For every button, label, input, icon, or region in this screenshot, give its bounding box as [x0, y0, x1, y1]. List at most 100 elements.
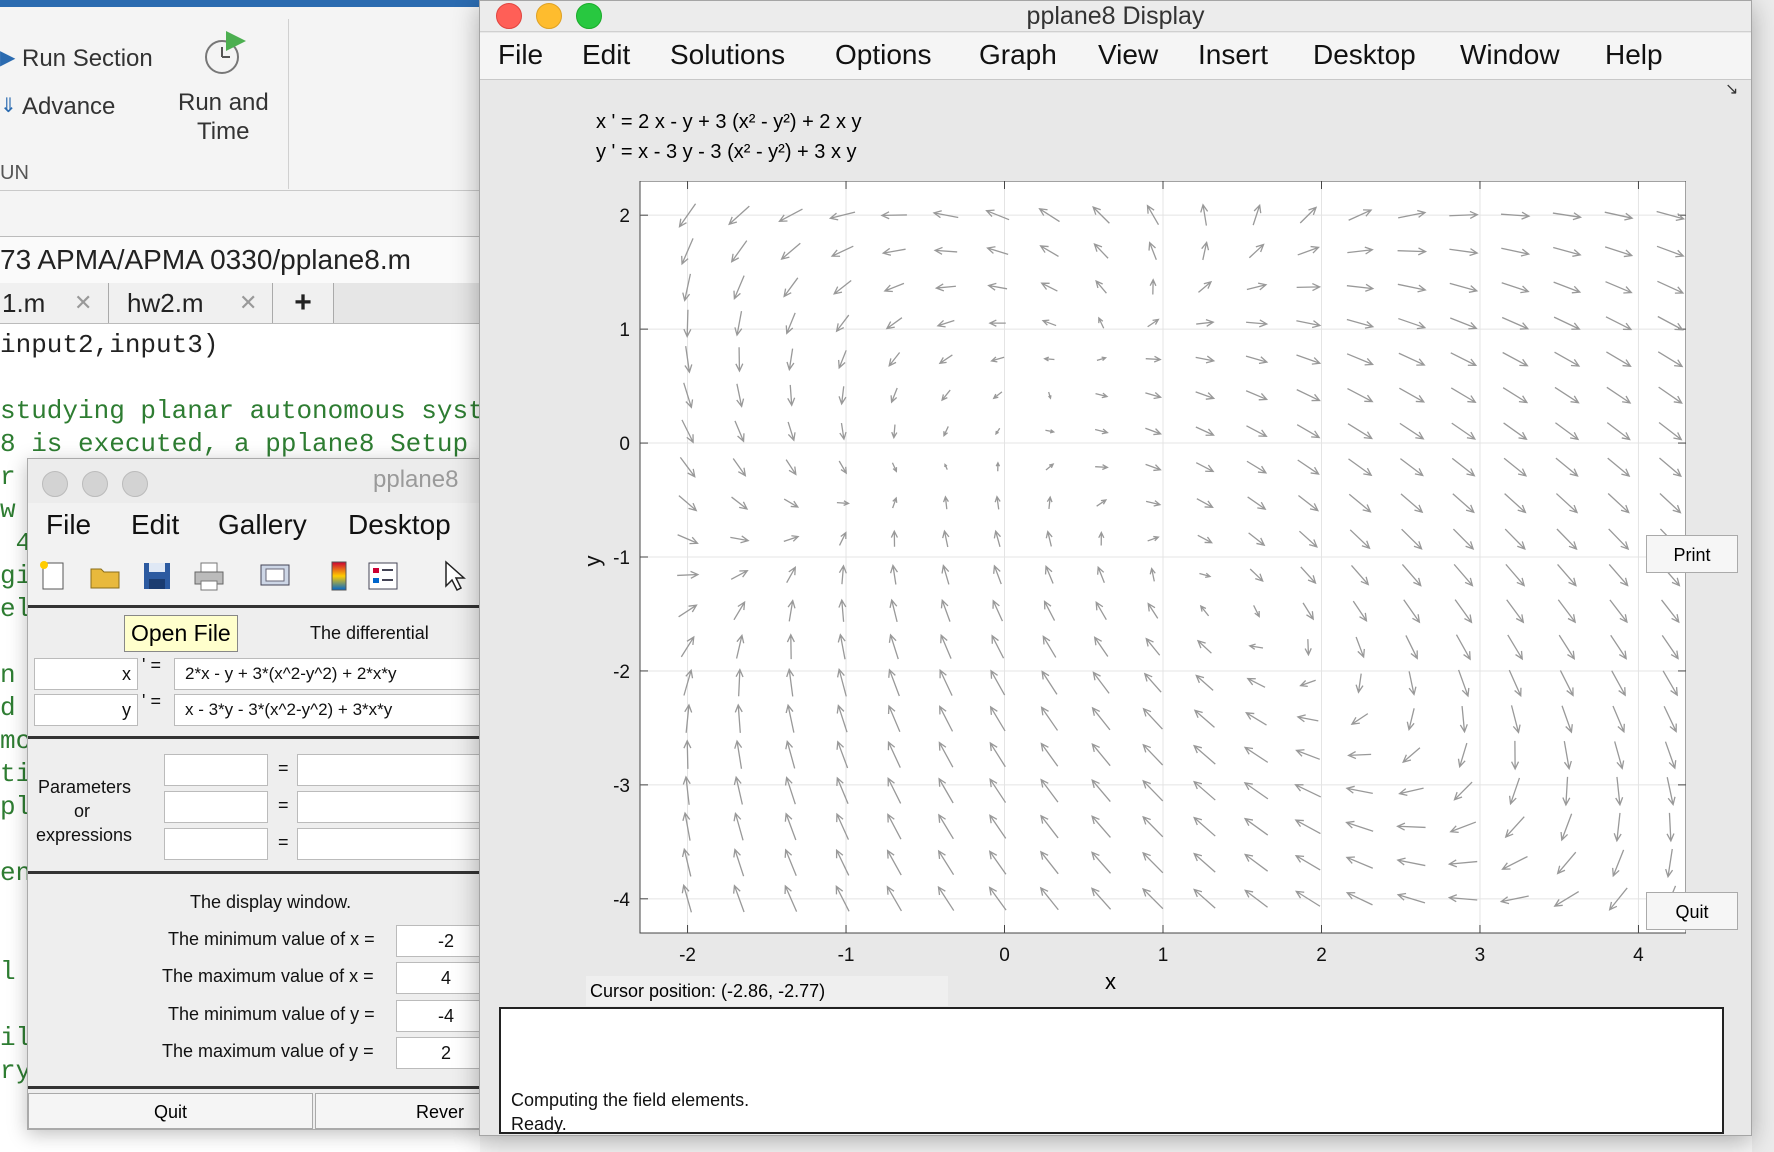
save-icon[interactable] [140, 559, 174, 593]
menu-graph[interactable]: Graph [979, 39, 1057, 71]
y-variable-field[interactable]: y [34, 694, 138, 726]
x-tick-label: 1 [1158, 945, 1169, 966]
quit-button[interactable]: Quit [1646, 892, 1738, 930]
expressions-label: expressions [36, 825, 133, 845]
y-tick-label: -1 [613, 548, 630, 569]
parameter-name-field-2[interactable] [164, 791, 268, 823]
code-line: w [0, 495, 16, 525]
colorbar-icon[interactable] [322, 559, 356, 593]
pplane8-setup-window: pplane8 File Edit Gallery Desktop Open F… [27, 458, 482, 1130]
tab-label: 1.m [2, 288, 46, 318]
print-button[interactable]: Print [1646, 535, 1738, 573]
pplane8-display-window: pplane8 Display File Edit Solutions Opti… [479, 0, 1752, 1136]
new-tab-button[interactable]: + [273, 283, 334, 323]
setup-window-title: pplane8 [373, 466, 459, 493]
y-prime-label: ' = [142, 691, 161, 711]
print-icon[interactable] [192, 559, 226, 593]
direction-field-plot[interactable]: -2 -1 0 1 2 3 4 -4 -3 -2 -1 0 1 2 y [586, 181, 1686, 981]
parameter-value-field-1[interactable] [297, 754, 481, 786]
menu-window[interactable]: Window [1460, 39, 1560, 71]
menu-insert[interactable]: Insert [1198, 39, 1268, 71]
setup-menu-bar: File Edit Gallery Desktop [28, 503, 481, 549]
x-tick-label: -1 [838, 945, 855, 966]
menu-desktop[interactable]: Desktop [1313, 39, 1416, 71]
run-and-time-label-2[interactable]: Time [197, 118, 249, 146]
differential-label: The differential [310, 623, 429, 643]
x-tick-label: 2 [1316, 945, 1327, 966]
close-window-button[interactable] [42, 471, 68, 497]
open-folder-icon[interactable] [88, 559, 122, 593]
equals-label: = [278, 758, 289, 778]
display-window-title: pplane8 Display [1026, 2, 1205, 30]
divider [28, 871, 481, 874]
menu-edit[interactable]: Edit [131, 509, 179, 541]
code-line: studying planar autonomous syst [0, 396, 484, 426]
undock-icon[interactable]: ↘ [1725, 79, 1738, 99]
zoom-window-button[interactable] [122, 471, 148, 497]
menu-file[interactable]: File [498, 39, 543, 71]
legend-icon[interactable] [366, 559, 400, 593]
equation-display: x ' = 2 x - y + 3 (x² - y²) + 2 x y y ' … [596, 107, 862, 167]
code-line: r [0, 462, 16, 492]
y-equation-field[interactable]: x - 3*y - 3*(x^2-y^2) + 3*x*y [174, 694, 481, 726]
min-x-field[interactable]: -2 [396, 925, 481, 957]
equals-label: = [278, 795, 289, 815]
y-axis-label: y [586, 556, 605, 567]
tab-label: hw2.m [127, 288, 204, 318]
menu-help[interactable]: Help [1605, 39, 1663, 71]
x-variable-field[interactable]: x [34, 658, 138, 690]
parameter-value-field-2[interactable] [297, 791, 481, 823]
menu-gallery[interactable]: Gallery [218, 509, 307, 541]
divider [28, 1086, 481, 1089]
x-equation-field[interactable]: 2*x - y + 3*(x^2-y^2) + 2*x*y [174, 658, 481, 690]
display-title-bar: pplane8 Display [480, 1, 1751, 32]
tab-file-1[interactable]: 1.m ✕ [0, 283, 109, 323]
run-and-time-icon[interactable] [200, 27, 250, 77]
parameter-name-field-1[interactable] [164, 754, 268, 786]
max-x-field[interactable]: 4 [396, 962, 481, 994]
parameters-or-label: or [74, 801, 91, 821]
close-icon[interactable]: ✕ [74, 283, 92, 323]
parameters-label: Parameters [38, 777, 132, 797]
setup-quit-button[interactable]: Quit [28, 1093, 313, 1129]
tab-file-2[interactable]: hw2.m ✕ [109, 283, 273, 323]
message-text: Computing the field elements. Ready. [511, 1088, 749, 1135]
menu-edit[interactable]: Edit [582, 39, 630, 71]
matlab-right-edge [1752, 0, 1774, 1152]
close-icon[interactable]: ✕ [239, 283, 257, 323]
menu-desktop[interactable]: Desktop [348, 509, 451, 541]
y-tick-label: 0 [619, 434, 630, 455]
run-and-time-label-1[interactable]: Run and [178, 89, 269, 117]
parameter-value-field-3[interactable] [297, 828, 481, 860]
setup-revert-button[interactable]: Rever [315, 1093, 481, 1129]
max-y-label: The maximum value of y = [162, 1041, 374, 1061]
code-line: n [0, 660, 16, 690]
setup-button-row: Quit Rever [28, 1093, 481, 1129]
y-tick-label: 1 [619, 320, 630, 341]
menu-solutions[interactable]: Solutions [670, 39, 785, 71]
x-tick-label: 3 [1475, 945, 1486, 966]
menu-view[interactable]: View [1098, 39, 1158, 71]
setup-toolbar [28, 549, 481, 608]
toolstrip: ▶ Run Section ⇓ Advance Run and Time UN [0, 7, 480, 191]
run-section-button[interactable]: Run Section [22, 45, 153, 73]
editor-tabs: 1.m ✕ hw2.m ✕ + [0, 283, 480, 324]
x-tick-label: 0 [999, 945, 1010, 966]
x-tick-label: -2 [679, 945, 696, 966]
address-bar [0, 191, 480, 237]
code-line: d [0, 693, 16, 723]
minimize-window-button[interactable] [82, 471, 108, 497]
y-tick-label: -4 [613, 890, 630, 911]
menu-options[interactable]: Options [835, 39, 932, 71]
min-y-field[interactable]: -4 [396, 1000, 481, 1032]
new-file-icon[interactable] [36, 559, 70, 593]
code-line: input2,input3) [0, 330, 219, 360]
menu-file[interactable]: File [46, 509, 91, 541]
advance-button[interactable]: Advance [22, 93, 115, 121]
print-preview-icon[interactable] [258, 559, 292, 593]
pointer-icon[interactable] [440, 559, 474, 593]
code-line: 8 is executed, a pplane8 Setup [0, 429, 469, 459]
parameter-name-field-3[interactable] [164, 828, 268, 860]
y-equation-text: y ' = x - 3 y - 3 (x² - y²) + 3 x y [596, 141, 857, 163]
max-y-field[interactable]: 2 [396, 1037, 481, 1069]
